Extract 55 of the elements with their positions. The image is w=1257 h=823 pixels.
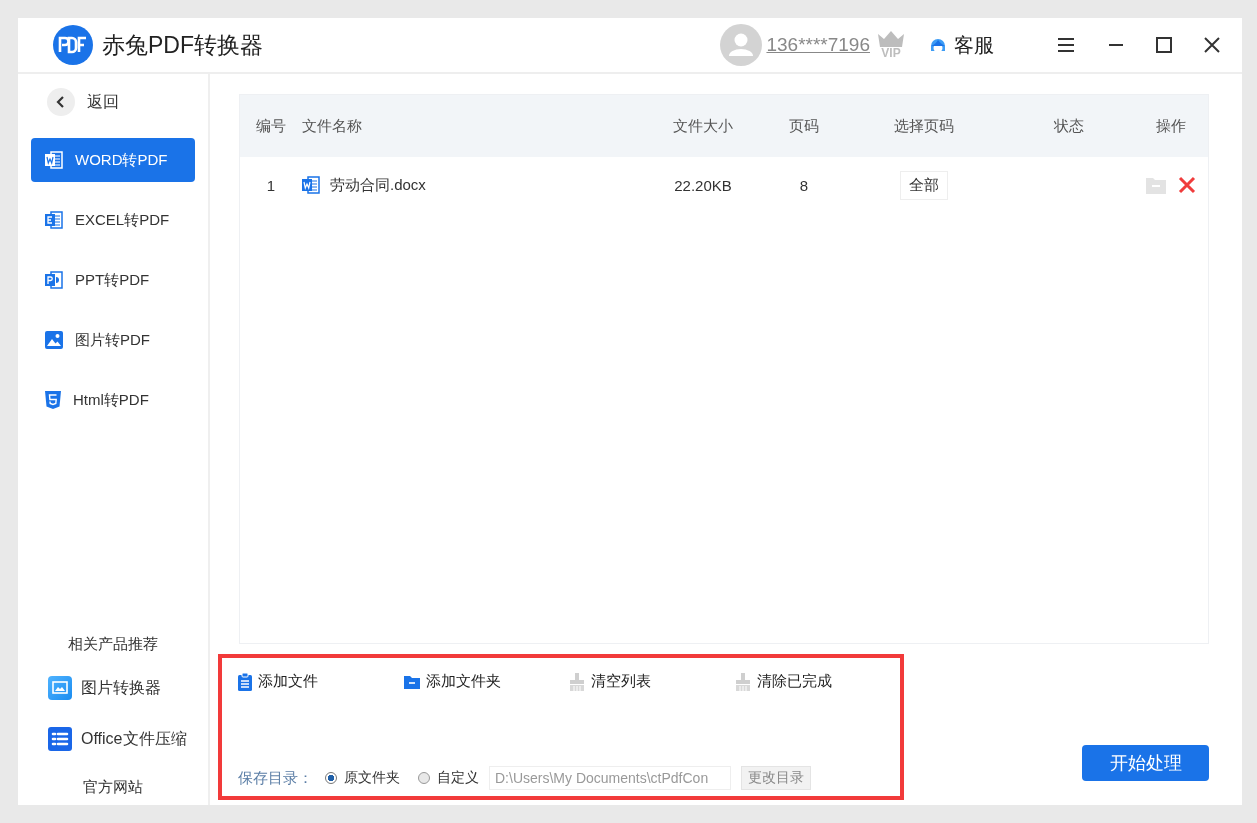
folder-icon xyxy=(403,674,420,689)
toolbar-button[interactable]: 清除已完成 xyxy=(734,672,900,691)
sidebar-item[interactable]: EXCEL转PDF xyxy=(31,198,195,242)
chevron-left-icon xyxy=(47,88,75,116)
toolbar-button[interactable]: 清空列表 xyxy=(569,672,735,691)
maximize-icon[interactable] xyxy=(1156,37,1172,53)
menu-icon[interactable] xyxy=(1056,35,1076,55)
sidebar-item[interactable]: 图片转PDF xyxy=(31,318,195,362)
start-button[interactable]: 开始处理 xyxy=(1082,745,1209,781)
column-header: 文件名称 xyxy=(302,116,363,136)
delete-icon[interactable] xyxy=(1178,176,1196,194)
pdf-logo-icon xyxy=(53,25,93,65)
table-cell-text: 8 xyxy=(798,176,810,194)
clipboard-icon xyxy=(238,672,252,691)
website-link[interactable]: 官方网站 xyxy=(83,778,143,797)
column-header: 编号 xyxy=(255,116,287,136)
column-header: 文件大小 xyxy=(672,116,734,136)
product-link[interactable]: Office文件压缩 xyxy=(48,727,187,751)
sidebar-item[interactable]: WORD转PDF xyxy=(31,138,195,182)
vip-label: VIP xyxy=(881,46,901,60)
page-select-button[interactable]: 全部 xyxy=(900,170,948,200)
sidebar-item[interactable]: PPT转PDF xyxy=(31,258,195,302)
table-cell-text: 22.20KB xyxy=(673,176,733,194)
html5-shield-icon xyxy=(45,391,61,409)
crown-icon xyxy=(876,30,906,47)
column-header: 选择页码 xyxy=(893,116,955,136)
section-heading: 相关产品推荐 xyxy=(68,635,158,654)
word-document-icon xyxy=(302,176,320,194)
radio-button[interactable] xyxy=(418,772,430,784)
picture-icon xyxy=(45,331,63,349)
back-button[interactable]: 返回 xyxy=(47,88,119,116)
brush-icon xyxy=(734,672,751,691)
account-link[interactable]: 136****7196 xyxy=(766,34,870,56)
save-directory-label: 保存目录： xyxy=(238,768,313,788)
toolbar-button[interactable]: 添加文件 xyxy=(238,672,404,691)
brush-icon xyxy=(569,672,585,691)
table-cell-text: 1 xyxy=(265,176,277,194)
column-header: 状态 xyxy=(1053,116,1085,136)
radio-button[interactable] xyxy=(325,772,337,784)
presentation-document-icon xyxy=(45,271,63,289)
toolbar-button[interactable]: 添加文件夹 xyxy=(403,672,569,691)
list-grid-icon xyxy=(48,727,72,751)
file-name: 劳动合同.docx xyxy=(330,175,426,195)
word-document-icon xyxy=(45,151,63,169)
product-link[interactable]: 图片转换器 xyxy=(48,676,161,700)
spreadsheet-document-icon xyxy=(45,211,63,229)
sidebar-item[interactable]: Html转PDF xyxy=(31,378,195,422)
close-icon[interactable] xyxy=(1204,37,1220,53)
radio-option[interactable]: 自定义 xyxy=(418,769,479,787)
picture-frame-icon xyxy=(48,676,72,700)
column-header: 页码 xyxy=(788,116,820,136)
radio-option[interactable]: 原文件夹 xyxy=(325,769,400,787)
app-title: 赤兔PDF转换器 xyxy=(102,30,263,60)
column-header: 操作 xyxy=(1155,116,1187,136)
support-button[interactable]: 客服 xyxy=(928,31,994,59)
